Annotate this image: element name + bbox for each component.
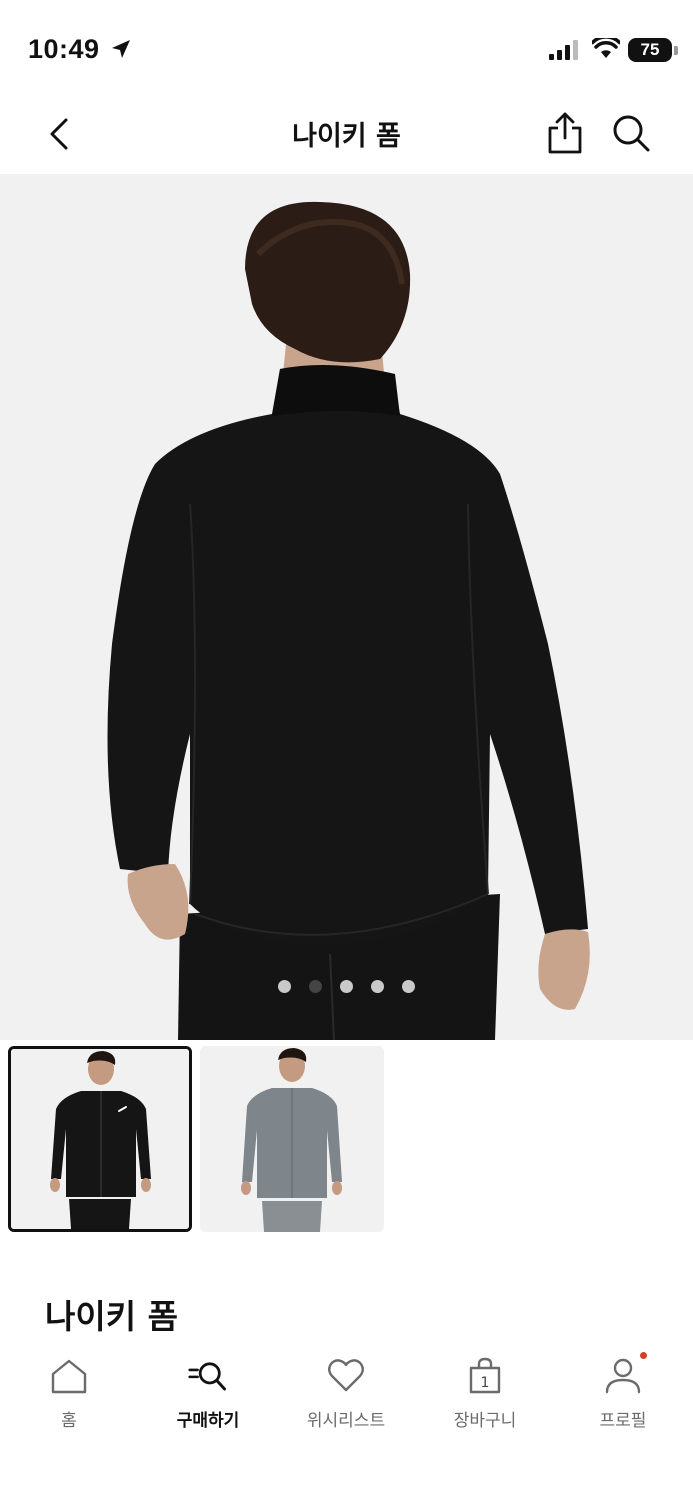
cart-count: 1 [481,1375,490,1391]
shop-search-icon [188,1362,226,1391]
tab-shop[interactable]: 구매하기 [139,1350,277,1440]
notification-badge-dot [640,1352,647,1359]
wifi-icon [592,38,620,58]
gray-jacket-thumbnail-image [200,1046,384,1232]
cellular-signal-icon [549,40,578,60]
battery-indicator: 75 [628,38,672,62]
product-name: 나이키 폼 [45,1297,178,1336]
home-icon [51,1359,87,1394]
battery-cap [674,46,678,55]
bottom-tab-bar: 홈 구매하기 위시리스트 1 장바구니 프로필 [0,1340,693,1500]
jacket-back-view-image [107,201,590,1040]
status-bar: 10:49 75 [0,0,693,96]
page-title: 나이키 폼 [292,121,401,152]
carousel-dot-active[interactable] [309,980,322,993]
thumbnail-black[interactable] [8,1046,192,1232]
thumbnail-gray[interactable] [200,1046,384,1232]
nav-bar: 나이키 폼 [0,96,693,174]
tab-home[interactable]: 홈 [0,1350,138,1440]
tab-profile[interactable]: 프로필 [554,1350,692,1440]
tab-label: 위시리스트 [306,1411,386,1431]
bag-icon: 1 [469,1357,501,1394]
carousel-dot[interactable] [278,980,291,993]
heart-icon [328,1359,364,1392]
carousel-dot[interactable] [340,980,353,993]
carousel-dot[interactable] [402,980,415,993]
product-hero-image[interactable] [0,174,693,1040]
tab-cart[interactable]: 1 장바구니 [416,1350,554,1440]
tab-label: 장바구니 [453,1411,517,1431]
location-arrow-icon [112,40,130,58]
tab-label: 프로필 [599,1411,647,1431]
tab-label: 구매하기 [176,1411,240,1431]
tab-label: 홈 [61,1411,77,1431]
tab-wishlist[interactable]: 위시리스트 [277,1350,415,1440]
carousel-dots [0,980,693,993]
carousel-dot[interactable] [371,980,384,993]
black-jacket-thumbnail-image [11,1049,189,1229]
share-icon[interactable] [544,110,586,156]
search-icon[interactable] [610,112,652,154]
status-time: 10:49 [28,34,100,64]
profile-icon [605,1358,641,1394]
